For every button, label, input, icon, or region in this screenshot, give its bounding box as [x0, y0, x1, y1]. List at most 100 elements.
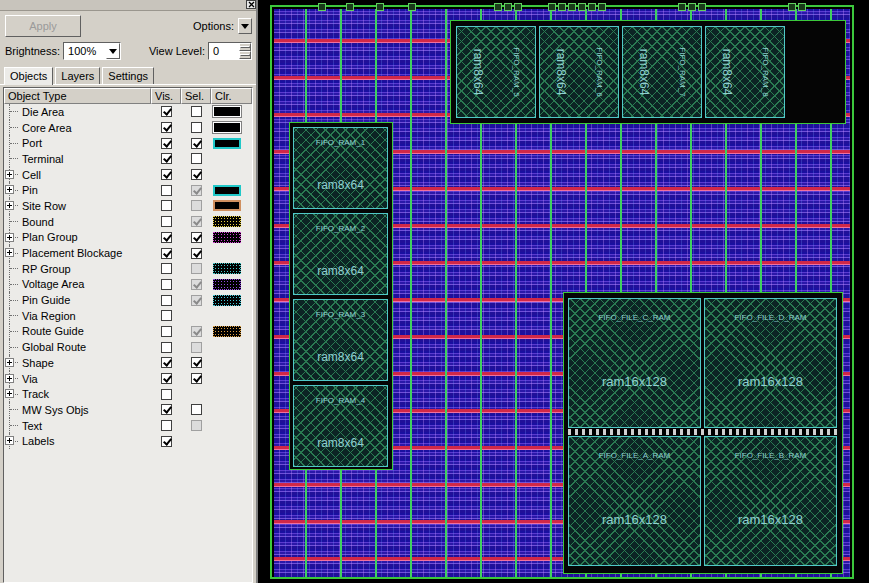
- expand-icon[interactable]: [5, 185, 14, 194]
- selectable-checkbox[interactable]: [191, 153, 202, 164]
- selectable-checkbox[interactable]: [191, 138, 202, 149]
- macro-block[interactable]: FIFO_FILE_B_RAMram16x128: [704, 436, 837, 566]
- color-swatch[interactable]: [213, 232, 241, 243]
- table-row[interactable]: Route Guide: [4, 324, 252, 340]
- selectable-checkbox[interactable]: [191, 106, 202, 117]
- table-row[interactable]: Core Area: [4, 120, 252, 136]
- macro-block[interactable]: FIFO_RAM_1ram8x64: [293, 127, 388, 209]
- visible-checkbox[interactable]: [161, 310, 172, 321]
- visible-checkbox[interactable]: [161, 122, 172, 133]
- table-row[interactable]: Pin Guide: [4, 292, 252, 308]
- expand-icon[interactable]: [5, 389, 14, 398]
- table-row[interactable]: MW Sys Objs: [4, 402, 252, 418]
- visible-checkbox[interactable]: [161, 357, 172, 368]
- expand-icon[interactable]: [5, 436, 14, 445]
- visible-checkbox[interactable]: [161, 216, 172, 227]
- layout-canvas[interactable]: FIFO_RAM_5ram8x64FIFO_RAM_6ram8x64FIFO_R…: [258, 0, 869, 583]
- macro-block[interactable]: FIFO_RAM_5ram8x64: [456, 26, 536, 118]
- table-row[interactable]: RP Group: [4, 261, 252, 277]
- visible-checkbox[interactable]: [161, 263, 172, 274]
- spin-up-icon[interactable]: [239, 43, 251, 51]
- visible-checkbox[interactable]: [161, 248, 172, 259]
- visible-checkbox[interactable]: [161, 279, 172, 290]
- table-row[interactable]: Via Region: [4, 308, 252, 324]
- color-swatch[interactable]: [213, 185, 241, 196]
- table-row[interactable]: Bound: [4, 214, 252, 230]
- visible-checkbox[interactable]: [161, 420, 172, 431]
- color-swatch[interactable]: [213, 279, 241, 290]
- view-level-spinner[interactable]: 0: [208, 42, 252, 60]
- color-swatch[interactable]: [213, 263, 241, 274]
- visible-checkbox[interactable]: [161, 232, 172, 243]
- table-row[interactable]: Site Row: [4, 198, 252, 214]
- expand-icon[interactable]: [5, 374, 14, 383]
- expand-icon[interactable]: [5, 170, 14, 179]
- macro-block[interactable]: FIFO_FILE_A_RAMram16x128: [568, 436, 701, 566]
- visible-checkbox[interactable]: [161, 389, 172, 400]
- close-icon[interactable]: [246, 0, 256, 9]
- view-level-value[interactable]: 0: [209, 45, 239, 57]
- table-row[interactable]: Voltage Area: [4, 277, 252, 293]
- selectable-checkbox[interactable]: [191, 122, 202, 133]
- table-row[interactable]: Placement Blockage: [4, 245, 252, 261]
- macro-block[interactable]: FIFO_RAM_8ram8x64: [705, 26, 785, 118]
- table-row[interactable]: Port: [4, 135, 252, 151]
- selectable-checkbox[interactable]: [191, 404, 202, 415]
- visible-checkbox[interactable]: [161, 373, 172, 384]
- visible-checkbox[interactable]: [161, 200, 172, 211]
- visible-checkbox[interactable]: [161, 404, 172, 415]
- selectable-checkbox[interactable]: [191, 357, 202, 368]
- table-row[interactable]: Plan Group: [4, 230, 252, 246]
- table-row[interactable]: Terminal: [4, 151, 252, 167]
- visible-checkbox[interactable]: [161, 169, 172, 180]
- table-row[interactable]: Global Route: [4, 339, 252, 355]
- color-swatch[interactable]: [213, 122, 241, 133]
- macro-block[interactable]: FIFO_RAM_3ram8x64: [293, 299, 388, 381]
- tab[interactable]: Settings: [102, 67, 154, 84]
- visible-checkbox[interactable]: [161, 153, 172, 164]
- color-swatch[interactable]: [213, 106, 241, 117]
- selectable-checkbox[interactable]: [191, 169, 202, 180]
- visible-checkbox[interactable]: [161, 295, 172, 306]
- table-row[interactable]: Text: [4, 418, 252, 434]
- brightness-value[interactable]: 100%: [64, 45, 106, 57]
- selectable-checkbox[interactable]: [191, 232, 202, 243]
- table-row[interactable]: Labels: [4, 433, 252, 449]
- visible-checkbox[interactable]: [161, 106, 172, 117]
- table-row[interactable]: Pin: [4, 182, 252, 198]
- dropdown-arrow-icon[interactable]: [106, 43, 120, 59]
- macro-block[interactable]: FIFO_RAM_7ram8x64: [622, 26, 702, 118]
- color-swatch[interactable]: [213, 295, 241, 306]
- visible-checkbox[interactable]: [161, 185, 172, 196]
- table-row[interactable]: Die Area: [4, 104, 252, 120]
- visible-checkbox[interactable]: [161, 342, 172, 353]
- visible-checkbox[interactable]: [161, 326, 172, 337]
- expand-icon[interactable]: [5, 201, 14, 210]
- column-header[interactable]: Vis.: [151, 88, 181, 104]
- color-swatch[interactable]: [213, 216, 241, 227]
- color-swatch[interactable]: [213, 326, 241, 337]
- expand-icon[interactable]: [5, 248, 14, 257]
- spin-down-icon[interactable]: [239, 51, 251, 59]
- color-swatch[interactable]: [213, 200, 241, 211]
- visible-checkbox[interactable]: [161, 436, 172, 447]
- visible-checkbox[interactable]: [161, 138, 172, 149]
- expand-icon[interactable]: [5, 233, 14, 242]
- macro-block[interactable]: FIFO_RAM_2ram8x64: [293, 213, 388, 295]
- table-row[interactable]: Shape: [4, 355, 252, 371]
- brightness-select[interactable]: 100%: [63, 42, 121, 60]
- macro-block[interactable]: FIFO_RAM_4ram8x64: [293, 385, 388, 467]
- apply-button[interactable]: Apply: [5, 15, 81, 37]
- tab[interactable]: Objects: [4, 67, 53, 85]
- table-row[interactable]: Cell: [4, 167, 252, 183]
- color-swatch[interactable]: [213, 138, 241, 149]
- column-header[interactable]: Clr.: [211, 88, 252, 104]
- macro-block[interactable]: FIFO_FILE_C_RAMram16x128: [568, 298, 701, 428]
- table-row[interactable]: Via: [4, 371, 252, 387]
- column-header[interactable]: Sel.: [181, 88, 211, 104]
- selectable-checkbox[interactable]: [191, 373, 202, 384]
- selectable-checkbox[interactable]: [191, 248, 202, 259]
- macro-block[interactable]: FIFO_FILE_D_RAMram16x128: [704, 298, 837, 428]
- options-dropdown-icon[interactable]: [238, 18, 252, 34]
- tab[interactable]: Layers: [55, 67, 100, 84]
